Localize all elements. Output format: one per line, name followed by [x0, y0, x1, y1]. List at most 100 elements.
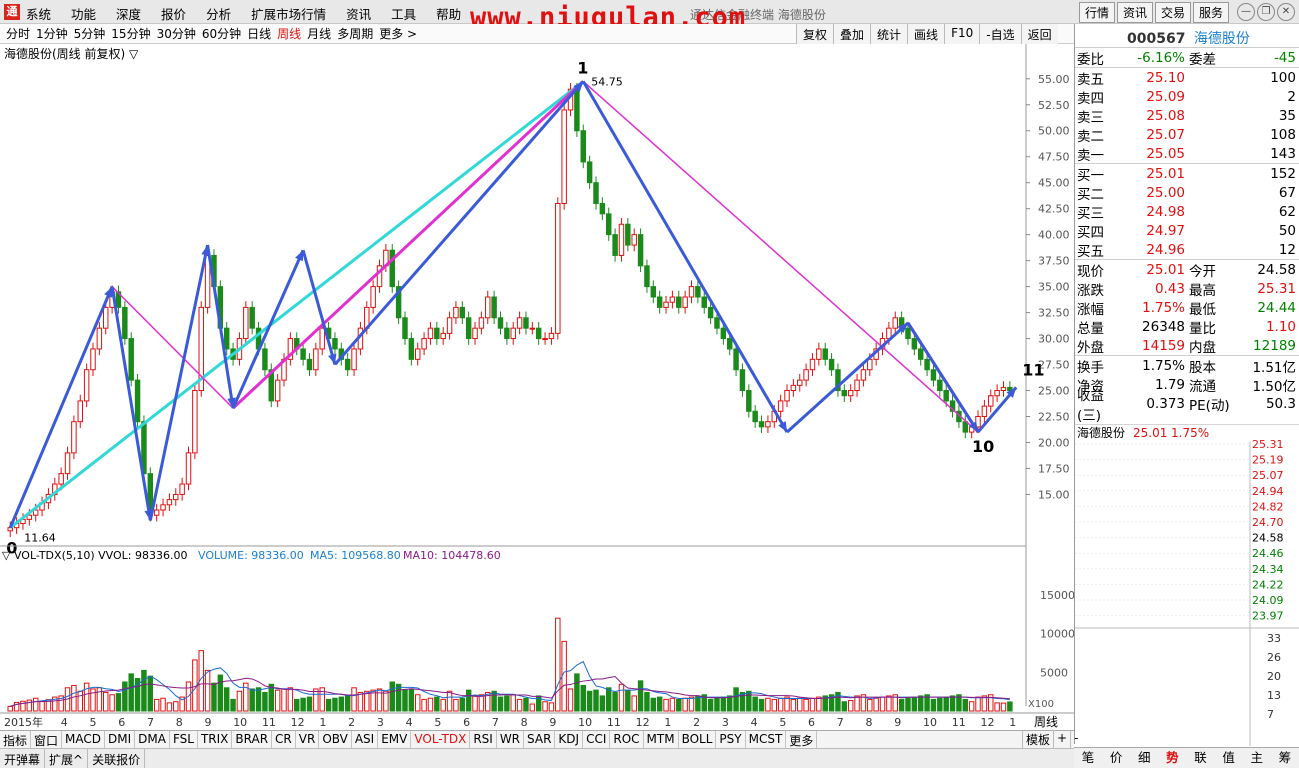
restore-icon[interactable]: ❐	[1257, 3, 1275, 21]
volume-bar	[586, 690, 593, 712]
stat-row-value2: 24.58	[1257, 261, 1296, 278]
bottom-tab-7[interactable]: 筹	[1271, 748, 1299, 768]
indicator-tab-11[interactable]: ASI	[352, 731, 379, 748]
indicator-tab-21[interactable]: BOLL	[679, 731, 717, 748]
period-tab-2[interactable]: 5分钟	[74, 25, 106, 42]
stat-row-value: 26348	[1142, 318, 1185, 335]
menu-item-6[interactable]: 资讯	[346, 4, 371, 23]
candle	[548, 332, 555, 340]
side-tab-1[interactable]: +	[1053, 730, 1070, 749]
indicator-tab-22[interactable]: PSY	[716, 731, 746, 748]
volume-bar	[434, 696, 440, 712]
bottom-tab-3[interactable]: 势	[1158, 748, 1186, 768]
bottom-tab-0[interactable]: 笔	[1074, 748, 1102, 768]
indicator-tab-3[interactable]: DMI	[105, 731, 136, 748]
indicator-tab-4[interactable]: DMA	[135, 731, 170, 748]
minimize-icon[interactable]: —	[1237, 3, 1255, 21]
volume-bar	[841, 701, 848, 712]
period-tab-7[interactable]: 周线	[277, 25, 301, 42]
indicator-tab-10[interactable]: OBV	[319, 731, 352, 748]
volume-bar	[676, 698, 682, 712]
indicator-tab-7[interactable]: BRAR	[232, 731, 273, 748]
volume-bar	[427, 697, 434, 712]
indicator-tab-24[interactable]: 更多	[786, 731, 818, 748]
period-tab-10[interactable]: 更多 >	[379, 25, 417, 42]
volume-bar	[109, 694, 115, 712]
indicator-tab-8[interactable]: CR	[272, 731, 296, 748]
tool-button-5[interactable]: -自选	[979, 24, 1021, 44]
volume-bar	[803, 698, 809, 712]
indicator-tab-17[interactable]: KDJ	[555, 731, 584, 748]
menu-item-4[interactable]: 分析	[206, 4, 231, 23]
indicator-tab-16[interactable]: SAR	[524, 731, 556, 748]
stat-row-value: 0.43	[1154, 280, 1185, 297]
candle	[351, 348, 357, 371]
menu-item-3[interactable]: 报价	[161, 4, 186, 23]
menu-item-7[interactable]: 工具	[391, 4, 416, 23]
indicator-tab-9[interactable]: VR	[296, 731, 320, 748]
indicator-tab-15[interactable]: WR	[497, 731, 525, 748]
tool-button-0[interactable]: 复权	[796, 24, 834, 44]
indicator-tab-23[interactable]: MCST	[746, 731, 787, 748]
mini-vol-tick: 26	[1267, 651, 1281, 664]
period-tab-8[interactable]: 月线	[307, 25, 331, 42]
indicator-tab-5[interactable]: FSL	[170, 731, 198, 748]
indicator-tab-20[interactable]: MTM	[644, 731, 679, 748]
menu-item-5[interactable]: 扩展市场行情	[251, 4, 326, 23]
bottom-tab-1[interactable]: 价	[1102, 748, 1130, 768]
bottom-tab-4[interactable]: 联	[1187, 748, 1215, 768]
indicator-tab-6[interactable]: TRIX	[198, 731, 233, 748]
top-button-2[interactable]: 交易	[1154, 2, 1191, 23]
period-tab-6[interactable]: 日线	[247, 25, 271, 42]
stock-code: 000567	[1127, 31, 1186, 47]
top-button-3[interactable]: 服务	[1192, 2, 1229, 23]
tool-button-1[interactable]: 叠加	[833, 24, 871, 44]
top-button-1[interactable]: 资讯	[1116, 2, 1153, 23]
stat-row-label: 涨幅	[1077, 301, 1104, 318]
volume-bar	[402, 689, 408, 712]
stat-row-value2: 1.10	[1265, 318, 1296, 335]
title-bar: 通 系统 功能 深度 报价 分析 扩展市场行情 资讯 工具 帮助 通达信金融终端 海德股份 ww…	[0, 0, 1299, 33]
period-tab-4[interactable]: 30分钟	[157, 25, 196, 42]
buy-price: 25.01	[1146, 165, 1185, 182]
period-tab-9[interactable]: 多周期	[337, 25, 373, 42]
menu-item-1[interactable]: 功能	[71, 4, 96, 23]
period-tab-1[interactable]: 1分钟	[36, 25, 68, 42]
indicator-tab-13[interactable]: VOL-TDX	[411, 731, 471, 748]
indicator-tab-18[interactable]: CCI	[583, 731, 611, 748]
status-item-1[interactable]: 扩展^	[45, 749, 89, 768]
menu-item-8[interactable]: 帮助	[436, 4, 461, 23]
indicator-bar: 指标 窗口 MACD DMI DMA FSL TRIX BRAR CR VR OBV ASI EMV VO…	[0, 730, 1074, 748]
indicator-tab-19[interactable]: ROC	[610, 731, 644, 748]
top-button-0[interactable]: 行情	[1078, 2, 1115, 23]
sell-row: 卖三 25.08 35	[1075, 106, 1299, 126]
candle	[574, 88, 580, 132]
side-tab-0[interactable]: 模板	[1022, 730, 1053, 749]
period-tab-3[interactable]: 15分钟	[111, 25, 150, 42]
bottom-tab-5[interactable]: 值	[1215, 748, 1243, 768]
period-tab-5[interactable]: 60分钟	[202, 25, 241, 42]
tool-button-6[interactable]: 返回	[1020, 24, 1058, 44]
volume-bar	[141, 669, 147, 712]
volume-bar	[656, 696, 663, 712]
indicator-tab-0[interactable]: 指标	[0, 731, 32, 748]
indicator-tab-14[interactable]: RSI	[470, 731, 497, 748]
menu-item-2[interactable]: 深度	[116, 4, 141, 23]
period-tab-0[interactable]: 分时	[6, 25, 30, 42]
bottom-tab-2[interactable]: 细	[1130, 748, 1158, 768]
status-item-2[interactable]: 关联报价	[88, 749, 146, 768]
indicator-tab-2[interactable]: MACD	[62, 731, 106, 748]
tool-button-4[interactable]: F10	[944, 24, 980, 44]
volume-bar	[599, 695, 606, 712]
close-icon[interactable]: ✕	[1277, 3, 1295, 21]
indicator-tab-1[interactable]: 窗口	[31, 731, 63, 748]
tool-button-2[interactable]: 统计	[870, 24, 908, 44]
status-item-0[interactable]: 开弹幕	[0, 749, 46, 768]
bottom-tab-6[interactable]: 主	[1243, 748, 1271, 768]
candle	[192, 390, 198, 454]
intraday-mini-chart[interactable]: 海德股份 25.01 1.75% 25.31 25.19 25.07 24.94 24.82 2…	[1075, 424, 1299, 746]
menu-item-0[interactable]: 系统	[26, 4, 51, 23]
indicator-tab-12[interactable]: EMV	[378, 731, 412, 748]
kline-chart[interactable]: 海德股份(周线 前复权) ▽ 55.00 52.50 50.00 47.50 45.00 4…	[0, 44, 1074, 730]
tool-button-3[interactable]: 画线	[907, 24, 945, 44]
